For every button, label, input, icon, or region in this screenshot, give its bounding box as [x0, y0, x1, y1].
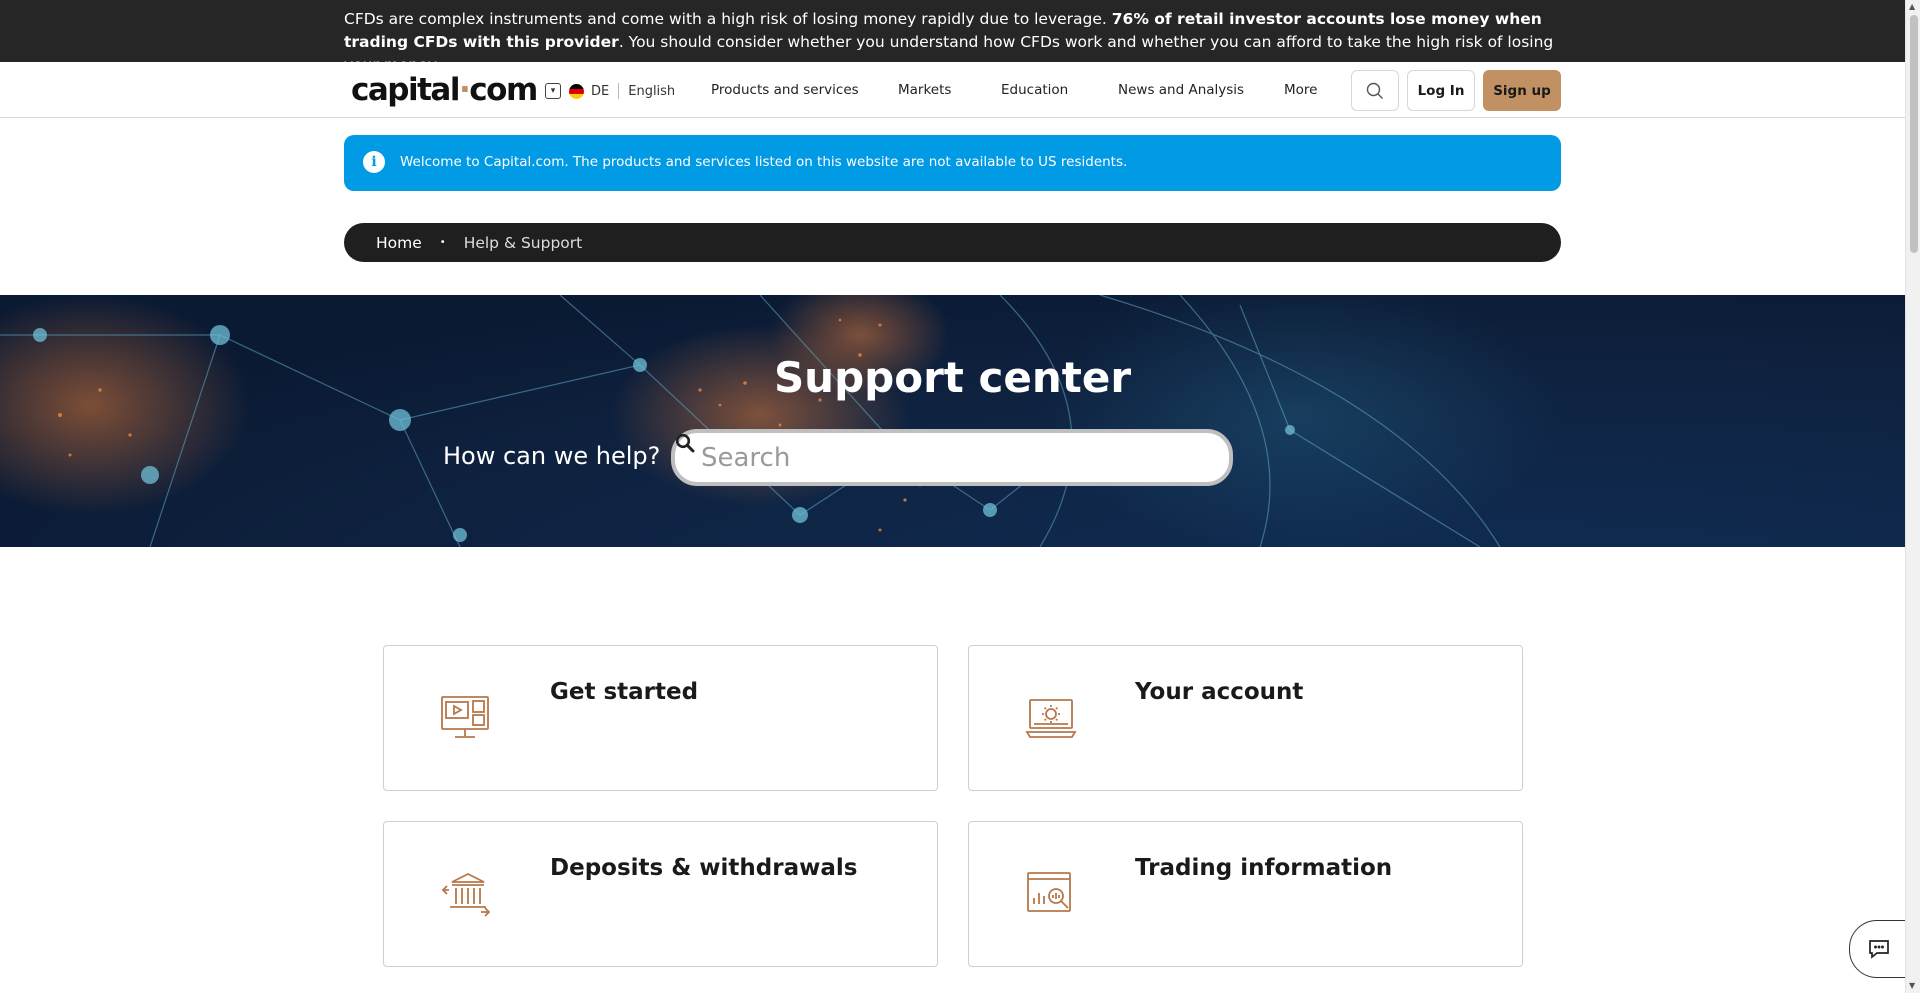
us-residents-notice: i Welcome to Capital.com. The products a…: [344, 135, 1881, 191]
capital-logo[interactable]: capital·com: [351, 72, 538, 108]
nav-education[interactable]: Education: [1001, 82, 1068, 98]
close-icon[interactable]: ✕: [1866, 149, 1881, 170]
scrollbar-thumb[interactable]: [1910, 15, 1918, 253]
card-get-started[interactable]: Get started: [383, 645, 938, 791]
card-title: Get started: [550, 679, 699, 705]
support-hero: Support center How can we help?: [0, 295, 1905, 547]
risk-warning-part1: CFDs are complex instruments and come wi…: [344, 10, 1112, 28]
language-selector[interactable]: ▾ DE English: [545, 81, 675, 101]
search-input[interactable]: [701, 442, 1181, 473]
chart-magnifier-icon: [1027, 872, 1071, 912]
help-prompt: How can we help?: [443, 442, 661, 470]
search-icon: [1366, 82, 1383, 99]
laptop-gear-icon: [1025, 699, 1077, 738]
language-divider: [618, 83, 620, 99]
header-search-button[interactable]: [1351, 70, 1399, 111]
chat-button[interactable]: [1849, 920, 1909, 978]
nav-products-and-services[interactable]: Products and services: [711, 82, 859, 98]
chat-icon: [1869, 940, 1889, 959]
country-code: DE: [591, 83, 610, 99]
logo-dot: ·: [458, 72, 471, 108]
card-deposits-withdrawals[interactable]: Deposits & withdrawals: [383, 821, 938, 967]
card-title: Trading information: [1135, 855, 1393, 881]
card-title: Your account: [1135, 679, 1304, 705]
breadcrumb-home[interactable]: Home: [376, 234, 422, 252]
scroll-up-icon[interactable]: ▲: [1909, 2, 1915, 11]
notice-text: Welcome to Capital.com. The products and…: [400, 154, 1128, 170]
card-trading-information[interactable]: Trading information: [968, 821, 1523, 967]
breadcrumb: Home • Help & Support: [344, 223, 1561, 262]
breadcrumb-current: Help & Support: [463, 233, 583, 252]
risk-warning-banner: CFDs are complex instruments and come wi…: [0, 0, 1905, 74]
logo-text-left: capital: [351, 72, 460, 108]
language-label: English: [628, 83, 676, 99]
logo-text-right: com: [469, 72, 538, 108]
nav-more[interactable]: More: [1284, 82, 1317, 98]
video-monitor-icon: [441, 696, 489, 738]
nav-markets[interactable]: Markets: [898, 82, 951, 98]
page-title: Support center: [773, 353, 1132, 402]
support-search-box[interactable]: [671, 429, 1233, 486]
breadcrumb-separator: •: [439, 237, 446, 248]
nav-news-and-analysis[interactable]: News and Analysis: [1118, 82, 1244, 98]
card-your-account[interactable]: Your account: [968, 645, 1523, 791]
card-title: Deposits & withdrawals: [550, 855, 858, 881]
scroll-down-icon[interactable]: ▼: [1909, 981, 1915, 990]
page-scrollbar[interactable]: ▲ ▼: [1905, 0, 1920, 993]
info-icon: i: [363, 151, 385, 173]
site-header: capital·com ▾ DE English Products and se…: [0, 62, 1905, 118]
signup-button[interactable]: Sign up: [1483, 70, 1561, 111]
germany-flag-icon: [569, 83, 584, 99]
network-background-graphic: [0, 295, 1560, 547]
chevron-down-icon: ▾: [545, 83, 561, 99]
bank-transfer-icon: [441, 872, 491, 917]
login-button[interactable]: Log In: [1407, 70, 1475, 111]
